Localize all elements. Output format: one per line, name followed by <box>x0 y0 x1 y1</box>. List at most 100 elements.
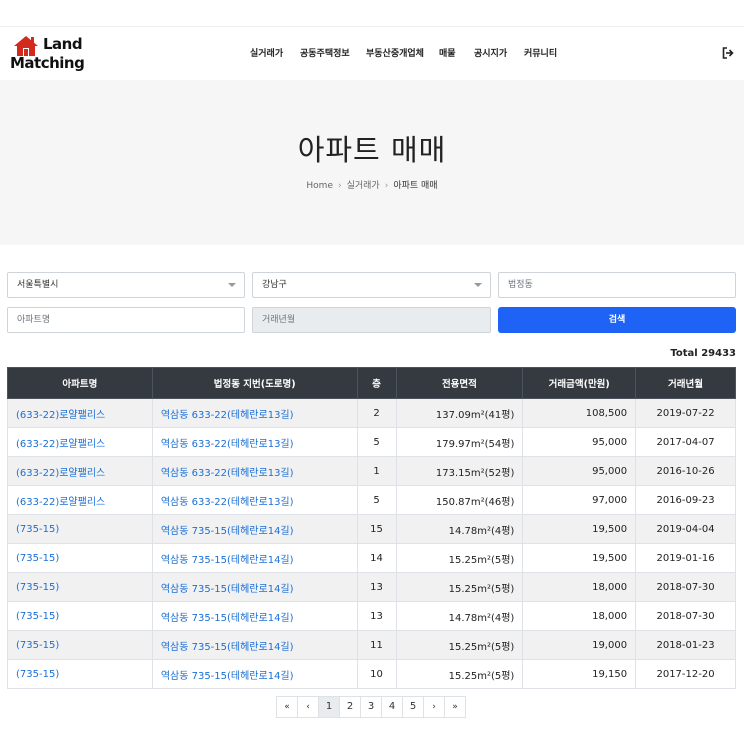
pagination-prev-button[interactable]: ‹ <box>297 696 319 718</box>
cell-floor: 14 <box>356 543 397 573</box>
table-row[interactable]: (633-22)로얄팰리스 역삼동 633-22(테헤란로13길) 5 179.97m… <box>7 427 736 457</box>
nav-item-apartment-info[interactable]: 공동주택정보 <box>300 47 350 61</box>
nav-item-community[interactable]: 커뮤니티 <box>524 47 557 61</box>
breadcrumb-home[interactable]: Home <box>306 181 333 191</box>
cell-date: 2017-04-07 <box>635 427 736 457</box>
cell-apartment-name[interactable]: (633-22)로얄팰리스 <box>7 485 153 515</box>
table-row[interactable]: (633-22)로얄팰리스 역삼동 633-22(테헤란로13길) 2 137.09m… <box>7 398 736 428</box>
table-row[interactable]: (633-22)로얄팰리스 역삼동 633-22(테헤란로13길) 1 173.15m… <box>7 456 736 486</box>
apartment-name-placeholder: 아파트명 <box>17 315 51 325</box>
pagination-page-5[interactable]: 5 <box>402 696 424 718</box>
table-row[interactable]: (735-15) 역삼동 735-15(테헤란로14길) 13 15.25m²(5평)… <box>7 572 736 602</box>
cell-price: 19,500 <box>522 514 637 544</box>
cell-area: 179.97m²(54평) <box>395 427 524 457</box>
cell-floor: 5 <box>356 427 397 457</box>
cell-address[interactable]: 역삼동 735-15(테헤란로14길) <box>151 514 358 544</box>
cell-apartment-name[interactable]: (735-15) <box>7 514 153 544</box>
cell-apartment-name[interactable]: (735-15) <box>7 659 153 689</box>
cell-apartment-name[interactable]: (735-15) <box>7 572 153 602</box>
apartment-name-input[interactable]: 아파트명 <box>7 307 245 333</box>
table-row[interactable]: (633-22)로얄팰리스 역삼동 633-22(테헤란로13길) 5 150.87m… <box>7 485 736 515</box>
cell-apartment-name[interactable]: (735-15) <box>7 543 153 573</box>
table-row[interactable]: (735-15) 역삼동 735-15(테헤란로14길) 15 14.78m²(4평)… <box>7 514 736 544</box>
total-count: Total 29433 <box>670 348 736 359</box>
table-row[interactable]: (735-15) 역삼동 735-15(테헤란로14길) 11 15.25m²(5평)… <box>7 630 736 660</box>
cell-address[interactable]: 역삼동 735-15(테헤란로14길) <box>151 572 358 602</box>
sign-out-icon[interactable] <box>722 47 734 59</box>
pagination-page-3[interactable]: 3 <box>360 696 382 718</box>
cell-area: 15.25m²(5평) <box>395 630 524 660</box>
column-header-price[interactable]: 거래금액(만원) <box>522 367 637 399</box>
top-strip <box>0 0 744 27</box>
nav-item-listings[interactable]: 매물 <box>439 47 456 61</box>
cell-address[interactable]: 역삼동 633-22(테헤란로13길) <box>151 456 358 486</box>
column-header-area[interactable]: 전용면적 <box>395 367 524 399</box>
breadcrumb-real-transaction[interactable]: 실거래가 <box>347 181 380 191</box>
nav-item-real-transaction[interactable]: 실거래가 <box>250 47 283 61</box>
cell-address[interactable]: 역삼동 735-15(테헤란로14길) <box>151 630 358 660</box>
table-row[interactable]: (735-15) 역삼동 735-15(테헤란로14길) 10 15.25m²(5평)… <box>7 659 736 689</box>
search-button[interactable]: 검색 <box>498 307 736 333</box>
cell-address[interactable]: 역삼동 633-22(테헤란로13길) <box>151 427 358 457</box>
table-row[interactable]: (735-15) 역삼동 735-15(테헤란로14길) 14 15.25m²(5평)… <box>7 543 736 573</box>
nav-item-brokers[interactable]: 부동산중개업체 <box>366 47 424 61</box>
cell-date: 2018-07-30 <box>635 601 736 631</box>
cell-address[interactable]: 역삼동 735-15(테헤란로14길) <box>151 659 358 689</box>
breadcrumb-separator-icon: › <box>384 181 389 191</box>
dong-input[interactable]: 법정동 <box>498 272 736 298</box>
site-header: Land Matching 실거래가 공동주택정보 부동산중개업체 매물 공시지… <box>0 27 744 80</box>
cell-apartment-name[interactable]: (633-22)로얄팰리스 <box>7 427 153 457</box>
breadcrumb-separator-icon: › <box>337 181 342 191</box>
pagination-page-4[interactable]: 4 <box>381 696 403 718</box>
pagination-last-button[interactable]: » <box>444 696 466 718</box>
city-select[interactable]: 서울특별시 <box>7 272 245 298</box>
nav-item-land-price[interactable]: 공시지가 <box>474 47 507 61</box>
cell-price: 97,000 <box>522 485 637 515</box>
cell-floor: 1 <box>356 456 397 486</box>
cell-date: 2016-10-26 <box>635 456 736 486</box>
cell-apartment-name[interactable]: (735-15) <box>7 630 153 660</box>
cell-address[interactable]: 역삼동 735-15(테헤란로14길) <box>151 543 358 573</box>
pagination-page-2[interactable]: 2 <box>339 696 361 718</box>
column-header-floor[interactable]: 층 <box>356 367 397 399</box>
column-header-apartment[interactable]: 아파트명 <box>7 367 153 399</box>
cell-price: 95,000 <box>522 427 637 457</box>
cell-floor: 2 <box>356 398 397 428</box>
transaction-table: 아파트명 법정동 지번(도로명) 층 전용면적 거래금액(만원) 거래년월 (6… <box>7 367 736 689</box>
pagination-first-button[interactable]: « <box>276 696 298 718</box>
breadcrumb: Home › 실거래가 › 아파트 매매 <box>0 179 744 193</box>
pagination-page-1[interactable]: 1 <box>318 696 340 718</box>
cell-date: 2019-04-04 <box>635 514 736 544</box>
table-header-row: 아파트명 법정동 지번(도로명) 층 전용면적 거래금액(만원) 거래년월 <box>7 367 736 399</box>
cell-floor: 5 <box>356 485 397 515</box>
district-select-value: 강남구 <box>262 280 287 290</box>
city-select-value: 서울특별시 <box>17 280 59 290</box>
cell-address[interactable]: 역삼동 735-15(테헤란로14길) <box>151 601 358 631</box>
cell-date: 2018-07-30 <box>635 572 736 602</box>
pagination-next-button[interactable]: › <box>423 696 445 718</box>
cell-floor: 13 <box>356 572 397 602</box>
district-select[interactable]: 강남구 <box>252 272 491 298</box>
cell-area: 15.25m²(5평) <box>395 659 524 689</box>
cell-date: 2016-09-23 <box>635 485 736 515</box>
cell-apartment-name[interactable]: (735-15) <box>7 601 153 631</box>
cell-apartment-name[interactable]: (633-22)로얄팰리스 <box>7 456 153 486</box>
cell-price: 95,000 <box>522 456 637 486</box>
cell-price: 18,000 <box>522 572 637 602</box>
cell-date: 2019-07-22 <box>635 398 736 428</box>
column-header-address[interactable]: 법정동 지번(도로명) <box>151 367 358 399</box>
transaction-date-input[interactable]: 거래년월 <box>252 307 491 333</box>
cell-address[interactable]: 역삼동 633-22(테헤란로13길) <box>151 398 358 428</box>
cell-area: 14.78m²(4평) <box>395 514 524 544</box>
cell-apartment-name[interactable]: (633-22)로얄팰리스 <box>7 398 153 428</box>
cell-date: 2019-01-16 <box>635 543 736 573</box>
column-header-date[interactable]: 거래년월 <box>635 367 736 399</box>
cell-address[interactable]: 역삼동 633-22(테헤란로13길) <box>151 485 358 515</box>
cell-area: 137.09m²(41평) <box>395 398 524 428</box>
dong-input-placeholder: 법정동 <box>508 280 533 290</box>
cell-date: 2018-01-23 <box>635 630 736 660</box>
pagination: « ‹ 1 2 3 4 5 › » <box>276 696 466 718</box>
cell-area: 14.78m²(4평) <box>395 601 524 631</box>
cell-price: 19,000 <box>522 630 637 660</box>
table-row[interactable]: (735-15) 역삼동 735-15(테헤란로14길) 13 14.78m²(4평)… <box>7 601 736 631</box>
